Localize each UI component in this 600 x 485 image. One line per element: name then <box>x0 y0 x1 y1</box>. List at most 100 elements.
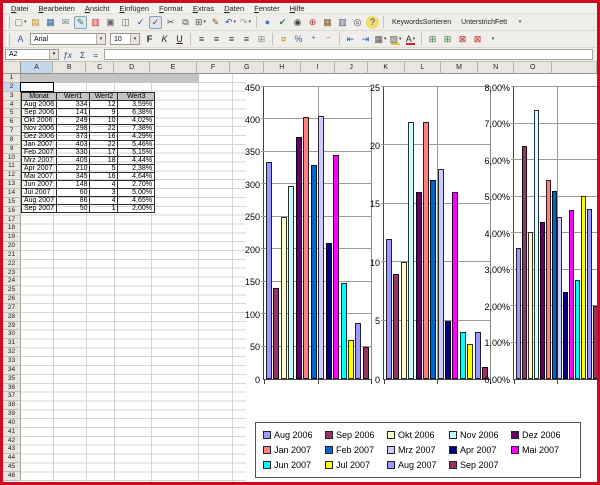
table-cell[interactable]: 4,29% <box>118 132 155 140</box>
table-cell[interactable]: Dez 2006 <box>22 132 57 140</box>
row-header-3[interactable]: 3 <box>3 92 21 101</box>
chevron-down-icon[interactable]: ▾ <box>96 34 105 44</box>
table-cell[interactable]: 3 <box>90 188 118 196</box>
row-header-26[interactable]: 26 <box>3 295 21 304</box>
table-header-cell[interactable]: Wert2 <box>90 92 118 100</box>
help-icon[interactable]: ? <box>366 16 379 29</box>
font-color-icon[interactable]: A▾ <box>404 33 417 46</box>
menu-item-fenster[interactable]: Fenster <box>249 3 284 14</box>
data-sources-icon[interactable]: ▥ <box>336 16 349 29</box>
table-cell[interactable]: 10 <box>90 116 118 124</box>
table-cell[interactable]: Mai 2007 <box>22 172 57 180</box>
background-color-icon[interactable]: ▨▾ <box>389 33 402 46</box>
table-cell[interactable]: 3,59% <box>118 100 155 108</box>
chart-wert1[interactable]: 050100150200250300350400450 <box>246 86 372 386</box>
row-header-40[interactable]: 40 <box>3 419 21 428</box>
table-cell[interactable]: 86 <box>56 196 90 204</box>
cut-icon[interactable]: ✂ <box>164 16 177 29</box>
gallery-sphere-icon[interactable]: ● <box>261 16 274 29</box>
row-header-11[interactable]: 11 <box>3 162 21 171</box>
delete-decimal-icon[interactable]: ⁻ <box>322 33 335 46</box>
table-cell[interactable]: 2,70% <box>118 180 155 188</box>
align-center-icon[interactable]: ≡ <box>210 33 223 46</box>
row-header-10[interactable]: 10 <box>3 154 21 163</box>
row-header-43[interactable]: 43 <box>3 445 21 454</box>
column-header-h[interactable]: H <box>264 62 301 74</box>
table-cell[interactable]: 17 <box>90 148 118 156</box>
add-decimal-icon[interactable]: ⁺ <box>307 33 320 46</box>
keywords-sortieren-button[interactable]: KeywordsSortieren <box>388 18 455 27</box>
table-cell[interactable]: 6,38% <box>118 108 155 116</box>
menu-item-ansicht[interactable]: Ansicht <box>80 3 115 14</box>
table-cell[interactable]: 210 <box>56 164 90 172</box>
row-header-46[interactable]: 46 <box>3 472 21 481</box>
delete-columns-icon[interactable]: ⊠ <box>471 33 484 46</box>
open-folder-icon[interactable]: ▤ <box>29 16 42 29</box>
percent-format-icon[interactable]: % <box>292 33 305 46</box>
align-justify-icon[interactable]: ≡ <box>240 33 253 46</box>
italic-button[interactable]: K <box>158 33 171 46</box>
table-cell[interactable]: 7,38% <box>118 124 155 132</box>
increase-indent-icon[interactable]: ⇥ <box>359 33 372 46</box>
row-header-2[interactable]: 2 <box>3 83 21 92</box>
menu-item-hilfe[interactable]: Hilfe <box>285 3 310 14</box>
row-header-38[interactable]: 38 <box>3 401 21 410</box>
table-cell[interactable]: Aug 2007 <box>22 196 57 204</box>
table-header-cell[interactable]: Wert1 <box>56 92 90 100</box>
format-paintbrush-icon[interactable]: ✎ <box>209 16 222 29</box>
table-cell[interactable]: 373 <box>56 132 90 140</box>
table-cell[interactable]: 12 <box>90 100 118 108</box>
row-header-30[interactable]: 30 <box>3 330 21 339</box>
toolbar-overflow-icon[interactable]: ▾ <box>486 33 499 46</box>
table-cell[interactable]: 5,00% <box>118 188 155 196</box>
column-header-g[interactable]: G <box>230 62 264 74</box>
column-header-j[interactable]: J <box>335 62 368 74</box>
table-cell[interactable]: Feb 2007 <box>22 148 57 156</box>
table-cell[interactable]: Sep 2007 <box>22 204 57 212</box>
row-header-19[interactable]: 19 <box>3 233 21 242</box>
check-icon[interactable]: ✔ <box>276 16 289 29</box>
column-header-m[interactable]: M <box>441 62 478 74</box>
chart-wert2[interactable]: 0510152025 <box>369 86 491 386</box>
row-header-42[interactable]: 42 <box>3 437 21 446</box>
row-header-13[interactable]: 13 <box>3 180 21 189</box>
table-cell[interactable]: 405 <box>56 156 90 164</box>
table-cell[interactable]: Jun 2007 <box>22 180 57 188</box>
table-cell[interactable]: 60 <box>56 188 90 196</box>
row-header-5[interactable]: 5 <box>3 109 21 118</box>
row-header-23[interactable]: 23 <box>3 269 21 278</box>
row-header-18[interactable]: 18 <box>3 224 21 233</box>
row-header-31[interactable]: 31 <box>3 339 21 348</box>
underline-button[interactable]: U <box>173 33 186 46</box>
edit-file-icon[interactable]: ✎ <box>74 16 87 29</box>
table-cell[interactable]: Aug 2006 <box>22 100 57 108</box>
table-cell[interactable]: Okt 2006 <box>22 116 57 124</box>
zoom-icon[interactable]: ◎ <box>351 16 364 29</box>
select-all-corner[interactable] <box>3 62 21 74</box>
merge-cells-icon[interactable]: ⊞ <box>255 33 268 46</box>
table-cell[interactable]: 4 <box>90 180 118 188</box>
row-header-29[interactable]: 29 <box>3 322 21 331</box>
column-header-d[interactable]: D <box>114 62 150 74</box>
table-cell[interactable]: 2,38% <box>118 164 155 172</box>
menu-item-extras[interactable]: Extras <box>188 3 219 14</box>
column-header-b[interactable]: B <box>53 62 86 74</box>
paste-icon[interactable]: ⊞▾ <box>194 16 207 29</box>
row-header-45[interactable]: 45 <box>3 463 21 472</box>
row-header-7[interactable]: 7 <box>3 127 21 136</box>
row-header-15[interactable]: 15 <box>3 198 21 207</box>
column-header-c[interactable]: C <box>86 62 114 74</box>
save-icon[interactable]: ▦ <box>44 16 57 29</box>
row-header-41[interactable]: 41 <box>3 428 21 437</box>
insert-rows-icon[interactable]: ⊞ <box>426 33 439 46</box>
chevron-down-icon[interactable]: ▾ <box>130 34 139 44</box>
page-preview-icon[interactable]: ◫ <box>119 16 132 29</box>
copy-icon[interactable]: ⧉ <box>179 16 192 29</box>
redo-icon[interactable]: ↷▾ <box>239 16 252 29</box>
autospellcheck-icon[interactable]: ✓ <box>149 16 162 29</box>
menu-item-einfugen[interactable]: Einfügen <box>114 3 154 14</box>
table-cell[interactable]: 298 <box>56 124 90 132</box>
menu-item-datei[interactable]: Datei <box>6 3 34 14</box>
column-header-l[interactable]: L <box>405 62 442 74</box>
chevron-down-icon[interactable]: ▾ <box>49 50 58 59</box>
